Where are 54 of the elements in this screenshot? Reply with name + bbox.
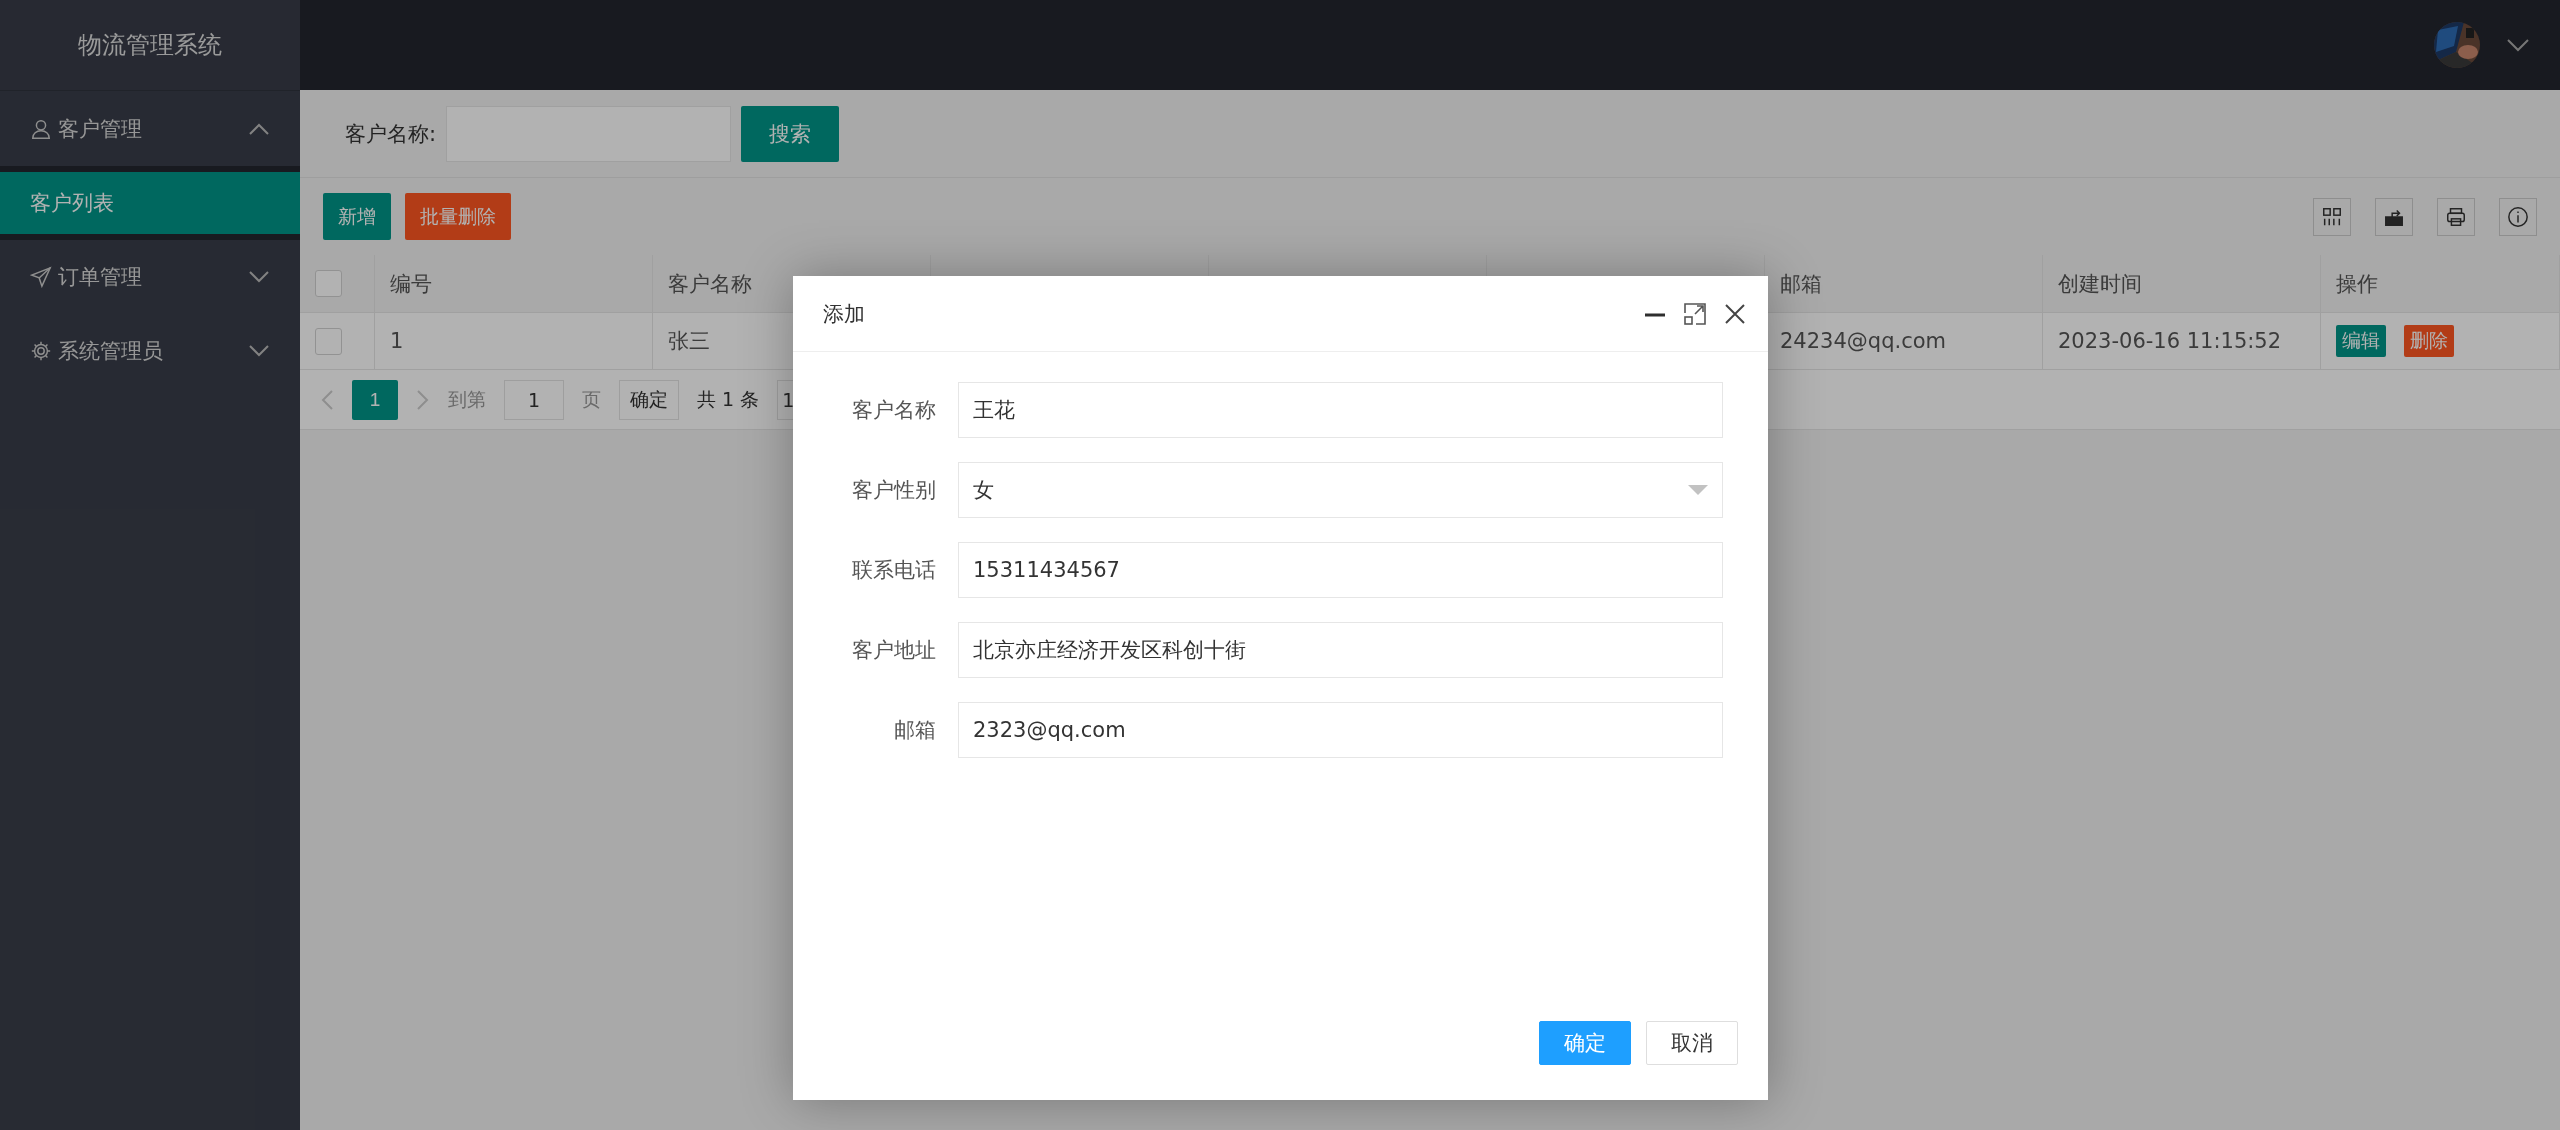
input-field[interactable]: 北京亦庄经济开发区科创十街 bbox=[958, 622, 1723, 678]
checkbox[interactable] bbox=[315, 327, 342, 355]
menu-label: 客户管理 bbox=[58, 116, 143, 143]
field-label: 联系电话 bbox=[851, 557, 936, 584]
user-icon bbox=[30, 118, 52, 140]
input-field[interactable]: 15311434567 bbox=[958, 542, 1723, 598]
column-header: 创建时间 bbox=[2043, 255, 2321, 313]
info-icon bbox=[2507, 205, 2529, 228]
field-label: 客户地址 bbox=[851, 637, 936, 664]
menu-item[interactable]: 系统管理员 bbox=[0, 314, 300, 388]
field-label: 客户名称 bbox=[851, 397, 936, 424]
edit-button[interactable]: 编辑 bbox=[2336, 325, 2386, 357]
dropdown-arrow-icon bbox=[1688, 485, 1708, 495]
column-header: 操作 bbox=[2321, 255, 2560, 313]
info-button[interactable] bbox=[2499, 197, 2537, 236]
menu-item[interactable]: 客户管理 bbox=[0, 92, 300, 166]
columns-button[interactable] bbox=[2313, 197, 2351, 236]
send-icon bbox=[30, 266, 52, 288]
input-field[interactable]: 王花 bbox=[958, 382, 1723, 438]
table-cell: 2023-06-16 11:15:52 bbox=[2043, 313, 2321, 370]
goto-label: 到第 bbox=[448, 386, 486, 412]
batch-delete-button[interactable]: 批量删除 bbox=[405, 193, 511, 240]
menu-label: 系统管理员 bbox=[58, 338, 164, 365]
page-label: 页 bbox=[582, 386, 601, 412]
checkbox[interactable] bbox=[315, 270, 342, 297]
settings-icon bbox=[30, 340, 52, 362]
field-label: 邮箱 bbox=[893, 717, 936, 744]
column-header: 编号 bbox=[375, 255, 653, 313]
total-count: 共 1 条 bbox=[697, 386, 760, 412]
maximize-icon[interactable] bbox=[1684, 302, 1706, 325]
menu-label: 订单管理 bbox=[58, 264, 143, 291]
close-icon[interactable] bbox=[1724, 302, 1746, 325]
gender-select[interactable]: 女 bbox=[958, 462, 1723, 518]
column-header: 邮箱 bbox=[1765, 255, 2043, 313]
submenu-item[interactable]: 客户列表 bbox=[0, 172, 300, 234]
confirm-button[interactable]: 确定 bbox=[619, 379, 679, 420]
search-button[interactable]: 搜索 bbox=[741, 105, 840, 162]
search-label: 客户名称: bbox=[345, 120, 437, 148]
input-field[interactable]: 2323@qq.com bbox=[958, 702, 1723, 758]
print-button[interactable] bbox=[2437, 197, 2475, 236]
columns-icon bbox=[2321, 205, 2343, 228]
caret-icon[interactable] bbox=[2506, 38, 2530, 52]
add-button[interactable]: 新增 bbox=[323, 193, 391, 240]
printer-icon bbox=[2445, 205, 2467, 228]
cancel-button[interactable]: 取消 bbox=[1646, 1021, 1738, 1065]
confirm-button[interactable]: 确定 bbox=[1539, 1021, 1631, 1065]
page-field[interactable]: 1 bbox=[504, 379, 564, 420]
field-label: 客户性别 bbox=[851, 477, 936, 504]
table-cell: 24234@qq.com bbox=[1765, 313, 2043, 370]
delete-button[interactable]: 删除 bbox=[2404, 325, 2454, 357]
export-button[interactable] bbox=[2375, 197, 2413, 236]
table-cell: 1 bbox=[375, 313, 653, 370]
page-button[interactable]: 1 bbox=[352, 379, 398, 420]
menu-item[interactable]: 订单管理 bbox=[0, 240, 300, 314]
